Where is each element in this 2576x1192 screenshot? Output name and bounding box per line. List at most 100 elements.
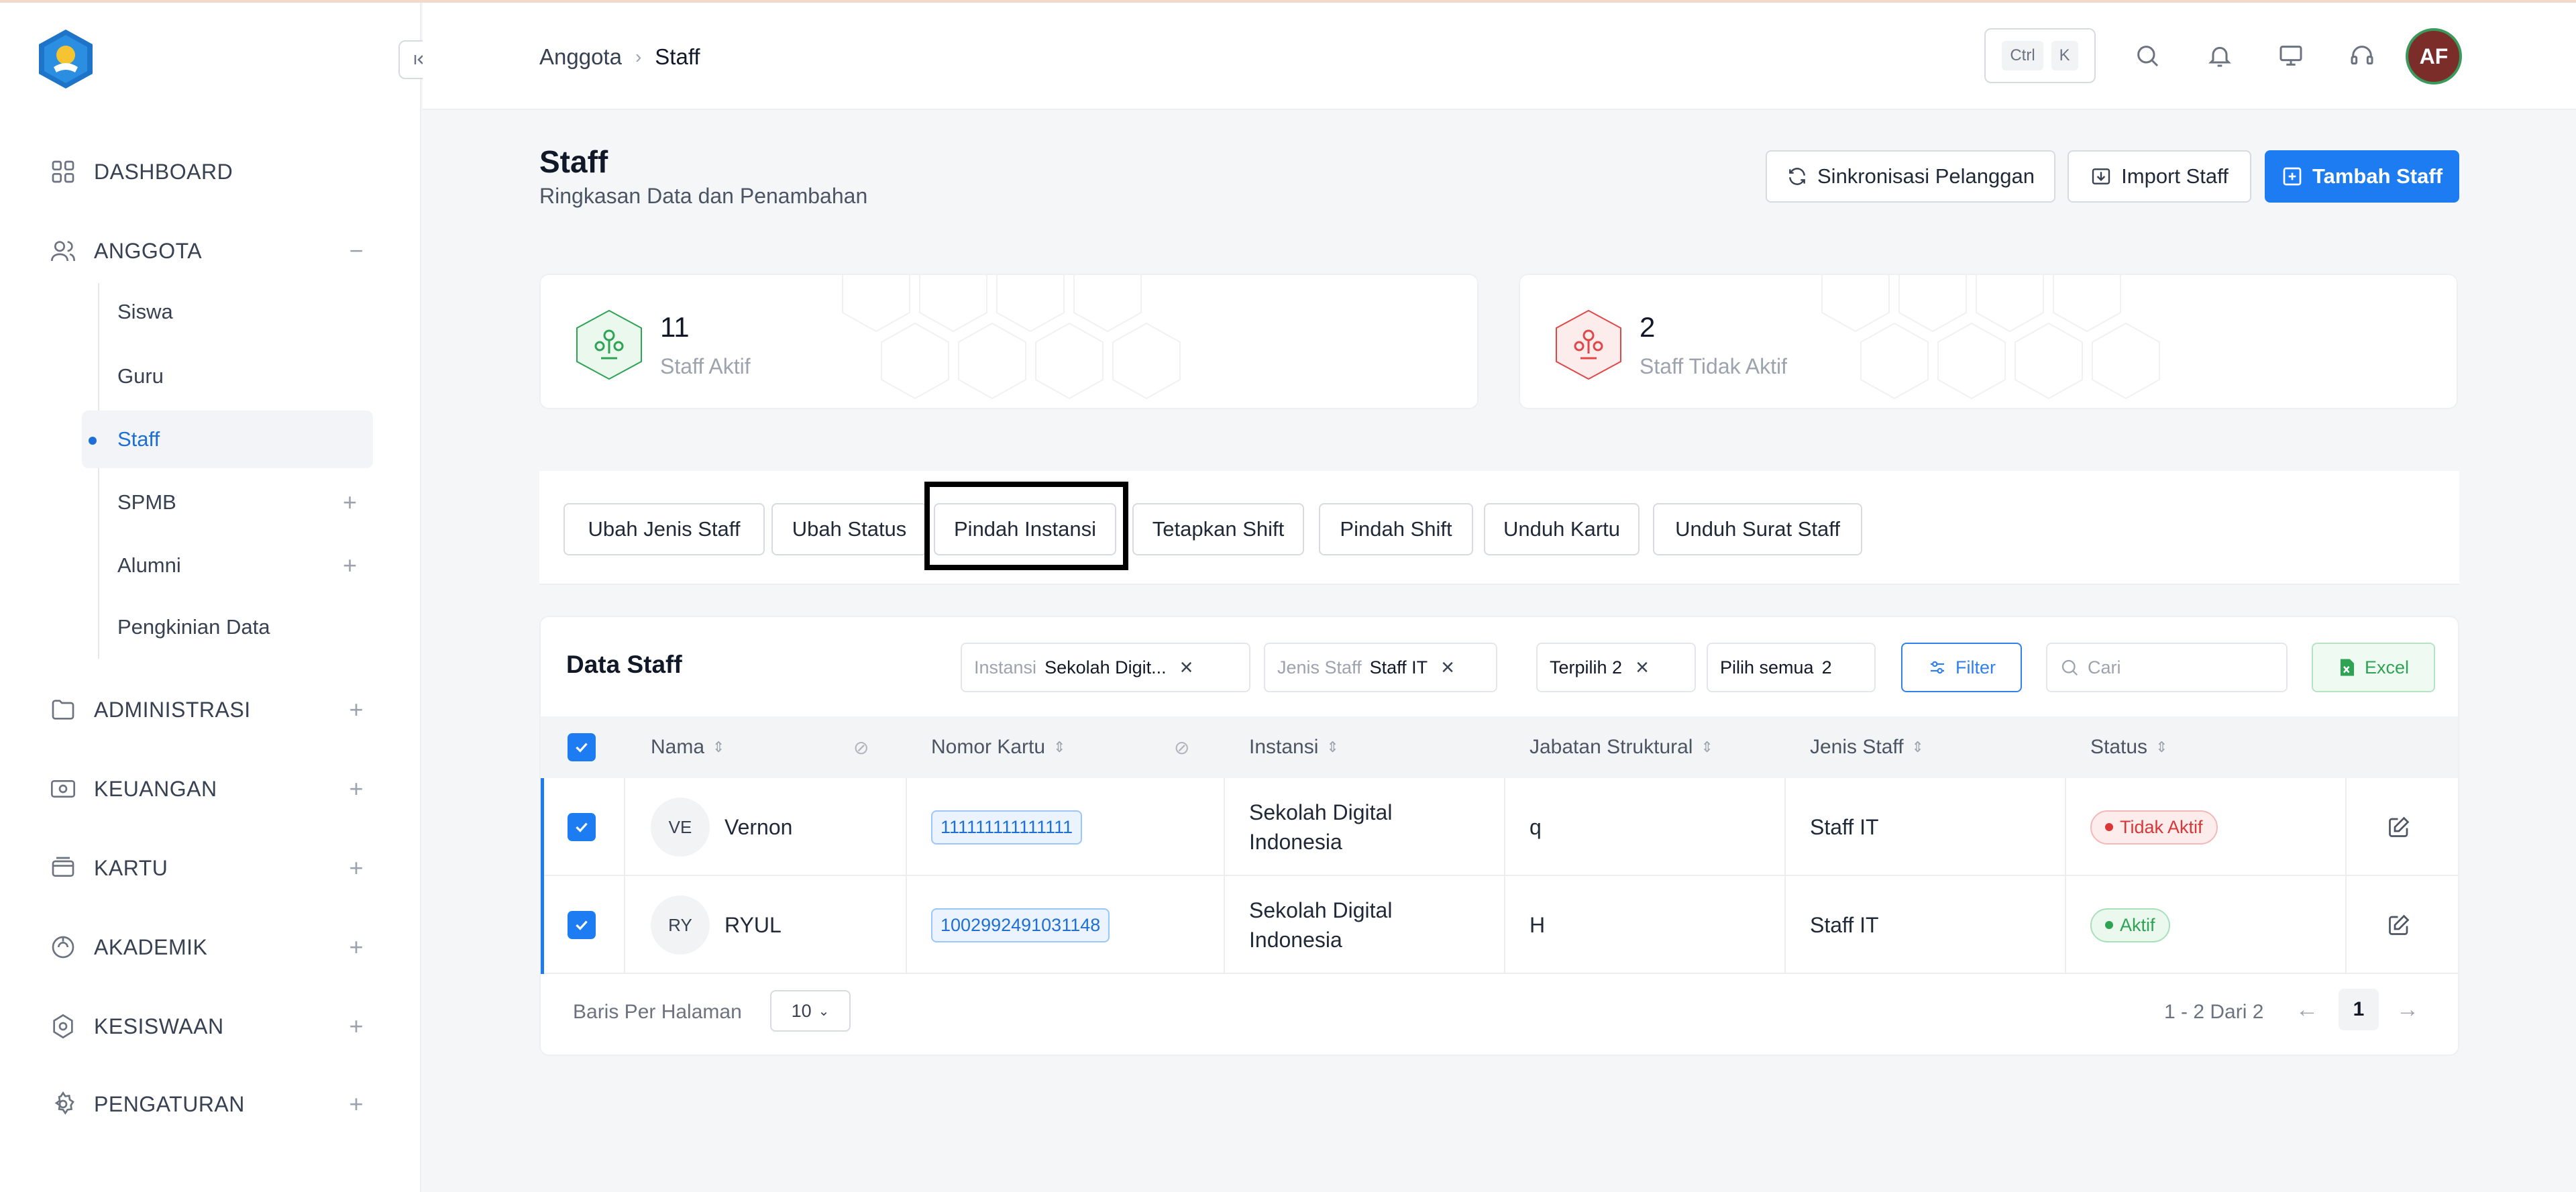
table-row[interactable]: RY RYUL 1002992491031148 Sekolah Digital…: [541, 876, 2458, 974]
expand-plus-icon[interactable]: +: [349, 1012, 364, 1040]
cell-instansi: Sekolah Digital Indonesia: [1249, 876, 1392, 974]
search-input[interactable]: Cari: [2046, 643, 2288, 692]
sort-icon[interactable]: ⇕: [2155, 739, 2167, 756]
column-header-status[interactable]: Status ⇕: [2090, 716, 2168, 778]
sidebar-item-akademik[interactable]: AKADEMIK +: [48, 927, 364, 967]
column-header-jabatan[interactable]: Jabatan Struktural ⇕: [1529, 716, 1713, 778]
cell-nomor-kartu: 1002992491031148: [931, 876, 1110, 974]
sort-icon[interactable]: ⇕: [1912, 739, 1924, 756]
sidebar-subitem-guru[interactable]: Guru: [82, 347, 373, 405]
stat-card-inactive: 2 Staff Tidak Aktif: [1519, 274, 2458, 409]
sync-customers-button[interactable]: Sinkronisasi Pelanggan: [1766, 150, 2055, 203]
selected-row-indicator: [541, 876, 544, 974]
selected-count-chip[interactable]: Terpilih 2 ×: [1536, 643, 1696, 692]
close-icon[interactable]: ×: [1441, 655, 1454, 681]
expand-plus-icon[interactable]: +: [349, 696, 364, 724]
edit-icon[interactable]: [2387, 778, 2411, 876]
plus-square-icon: [2283, 167, 2302, 186]
next-page-arrow-icon[interactable]: →: [2396, 997, 2419, 1023]
logo-icon[interactable]: [35, 28, 97, 90]
edit-icon[interactable]: [2387, 876, 2411, 974]
student-icon: [48, 1012, 78, 1041]
command-palette-button[interactable]: Ctrl K: [1984, 28, 2096, 83]
table-row[interactable]: VE Vernon 111111111111111 Sekolah Digita…: [541, 778, 2458, 876]
excel-file-icon: [2340, 659, 2354, 676]
sidebar-item-label: DASHBOARD: [94, 159, 233, 184]
close-icon[interactable]: ×: [1635, 655, 1649, 681]
column-divider: [1784, 876, 1786, 974]
user-avatar[interactable]: AF: [2406, 28, 2462, 85]
change-status-button[interactable]: Ubah Status: [771, 503, 927, 555]
money-icon: [48, 774, 78, 804]
expand-plus-icon[interactable]: +: [343, 488, 357, 517]
expand-plus-icon[interactable]: +: [349, 775, 364, 803]
sidebar-item-kesiswaan[interactable]: KESISWAAN +: [48, 1006, 364, 1046]
filter-chip-jenis-staff[interactable]: Jenis Staff Staff IT ×: [1264, 643, 1497, 692]
chip-key: Jenis Staff: [1277, 657, 1362, 678]
search-icon[interactable]: [2129, 38, 2165, 74]
row-checkbox[interactable]: [566, 876, 597, 974]
select-all-checkbox[interactable]: [566, 716, 597, 778]
column-header-nomor-kartu[interactable]: Nomor Kartu ⇕: [931, 716, 1066, 778]
unpin-icon[interactable]: ⊘: [1174, 737, 1189, 759]
column-header-instansi[interactable]: Instansi ⇕: [1249, 716, 1339, 778]
column-header-jenis-staff[interactable]: Jenis Staff ⇕: [1810, 716, 1924, 778]
unpin-icon[interactable]: ⊘: [853, 737, 869, 759]
close-icon[interactable]: ×: [1180, 655, 1193, 681]
add-staff-button[interactable]: Tambah Staff: [2265, 150, 2459, 203]
sidebar-item-keuangan[interactable]: KEUANGAN +: [48, 769, 364, 809]
move-shift-button[interactable]: Pindah Shift: [1319, 503, 1473, 555]
import-icon: [2092, 168, 2110, 184]
rows-per-page-select[interactable]: 10 ⌄: [770, 990, 851, 1032]
sidebar-item-dashboard[interactable]: DASHBOARD: [48, 152, 364, 192]
sidebar-subitem-staff[interactable]: Staff: [82, 411, 373, 468]
breadcrumb-anggota[interactable]: Anggota: [539, 44, 622, 70]
bulk-action-bar: Ubah Jenis Staff Ubah Status Pindah Inst…: [539, 471, 2459, 585]
collapse-minus-icon[interactable]: −: [349, 237, 364, 265]
headset-icon[interactable]: [2344, 38, 2380, 74]
chip-value: Staff IT: [1369, 657, 1428, 678]
status-text: Tidak Aktif: [2120, 816, 2203, 837]
sidebar-item-pengaturan[interactable]: PENGATURAN +: [48, 1084, 364, 1124]
staff-name[interactable]: RYUL: [724, 913, 782, 938]
assign-shift-button[interactable]: Tetapkan Shift: [1132, 503, 1304, 555]
change-staff-type-button[interactable]: Ubah Jenis Staff: [564, 503, 765, 555]
prev-page-arrow-icon[interactable]: ←: [2296, 997, 2318, 1023]
column-divider: [2345, 778, 2347, 876]
sidebar-item-label: KARTU: [94, 855, 168, 880]
column-header-nama[interactable]: Nama ⇕: [651, 716, 724, 778]
filter-chip-instansi[interactable]: Instansi Sekolah Digit... ×: [961, 643, 1250, 692]
staff-table-card: Data Staff Instansi Sekolah Digit... × J…: [539, 616, 2459, 1056]
expand-plus-icon[interactable]: +: [349, 1090, 364, 1118]
academic-icon: [48, 932, 78, 962]
expand-plus-icon[interactable]: +: [343, 551, 357, 580]
rows-per-page-value: 10: [791, 1000, 812, 1021]
expand-plus-icon[interactable]: +: [349, 854, 364, 882]
staff-name[interactable]: Vernon: [724, 815, 792, 840]
sidebar-subitem-spmb[interactable]: SPMB +: [82, 474, 373, 531]
monitor-icon[interactable]: [2273, 38, 2309, 74]
row-checkbox[interactable]: [566, 778, 597, 876]
bell-icon[interactable]: [2202, 38, 2238, 74]
check-icon: [568, 911, 596, 939]
filter-button[interactable]: Filter: [1901, 643, 2022, 692]
select-all-button[interactable]: Pilih semua 2: [1707, 643, 1876, 692]
sidebar-item-anggota[interactable]: ANGGOTA −: [48, 231, 364, 271]
sort-icon[interactable]: ⇕: [1326, 739, 1338, 756]
column-label: Nomor Kartu: [931, 736, 1046, 758]
sidebar-item-administrasi[interactable]: ADMINISTRASI +: [48, 690, 364, 730]
sort-icon[interactable]: ⇕: [712, 739, 724, 756]
download-staff-letter-button[interactable]: Unduh Surat Staff: [1653, 503, 1862, 555]
sidebar-subitem-pengkinian-data[interactable]: Pengkinian Data: [82, 598, 373, 656]
sidebar-subitem-alumni[interactable]: Alumni +: [82, 537, 373, 594]
sidebar-subitem-siswa[interactable]: Siswa: [82, 283, 373, 341]
excel-export-button[interactable]: Excel: [2312, 643, 2435, 692]
import-staff-button[interactable]: Import Staff: [2068, 150, 2251, 203]
page-number-button[interactable]: 1: [2339, 989, 2379, 1030]
sort-icon[interactable]: ⇕: [1701, 739, 1713, 756]
download-card-button[interactable]: Unduh Kartu: [1484, 503, 1640, 555]
sort-icon[interactable]: ⇕: [1053, 739, 1065, 756]
column-label: Jenis Staff: [1810, 736, 1904, 758]
expand-plus-icon[interactable]: +: [349, 933, 364, 961]
sidebar-item-kartu[interactable]: KARTU +: [48, 848, 364, 888]
